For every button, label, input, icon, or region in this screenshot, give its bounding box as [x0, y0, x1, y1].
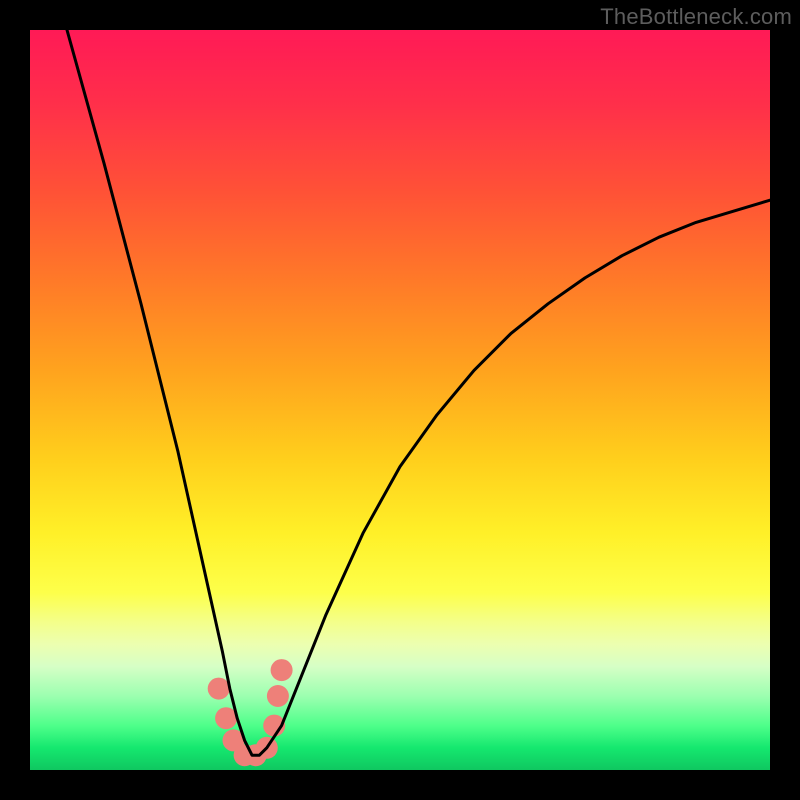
- chart-svg: [30, 30, 770, 770]
- chart-marker: [271, 659, 293, 681]
- bottleneck-curve-path: [67, 30, 770, 755]
- chart-marker: [208, 678, 230, 700]
- chart-frame: TheBottleneck.com: [0, 0, 800, 800]
- watermark-text: TheBottleneck.com: [600, 4, 792, 30]
- chart-marker: [267, 685, 289, 707]
- chart-plot-area: [30, 30, 770, 770]
